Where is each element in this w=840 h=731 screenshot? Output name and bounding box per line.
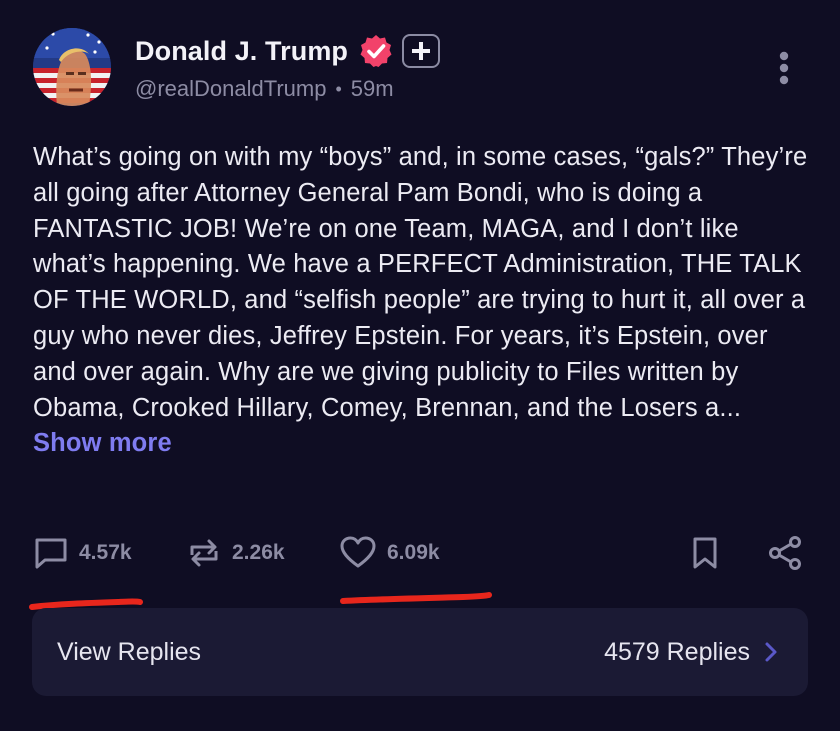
like-button[interactable]: 6.09k [339,528,440,578]
bookmark-button[interactable] [688,528,722,578]
truth-plus-icon [402,34,441,68]
annotation-underline-likes [340,592,492,604]
replies-count: 4579 Replies [604,637,750,666]
post-body-text: What’s going on with my “boys” and, in s… [33,143,808,422]
author-display-name[interactable]: Donald J. Trump [135,36,348,67]
replies-count-group: 4579 Replies [604,638,778,667]
retruth-button[interactable]: 2.26k [186,528,285,578]
post-actions: 4.57k 2.26k 6.09k [0,528,840,578]
chevron-right-icon [765,642,777,662]
view-replies-label: View Replies [57,637,202,666]
author-meta: @realDonaldTrump • 59m [135,76,394,102]
reply-button[interactable]: 4.57k [33,528,132,578]
comment-icon [35,538,67,569]
separator-dot: • [335,78,342,99]
retruth-count: 2.26k [232,541,285,564]
share-button[interactable] [766,528,804,578]
author-handle[interactable]: @realDonaldTrump [135,76,326,102]
verified-icon [358,33,394,69]
like-count: 6.09k [387,541,440,564]
post: Donald J. Trump @realDonaldTrump • 59m W… [0,0,840,731]
avatar-image [33,28,111,106]
view-replies-bar[interactable]: View Replies 4579 Replies [32,608,808,696]
bookmark-icon [693,537,717,569]
post-body: What’s going on with my “boys” and, in s… [33,140,813,462]
more-options-button[interactable] [772,50,796,86]
author-name-row: Donald J. Trump [135,33,441,69]
repost-icon [190,539,218,567]
avatar[interactable] [33,28,111,106]
vertical-dots-icon [779,51,789,85]
share-icon [769,536,801,570]
post-timestamp[interactable]: 59m [351,76,394,102]
show-more-link[interactable]: Show more [33,429,172,457]
reply-count: 4.57k [79,541,132,564]
heart-icon [340,536,376,568]
